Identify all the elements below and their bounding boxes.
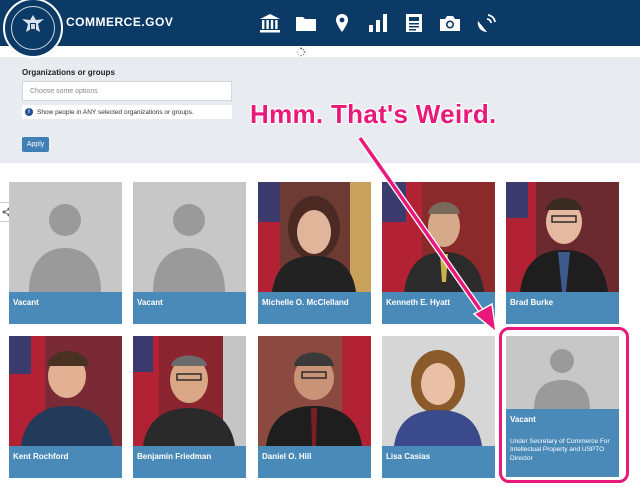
eagle-icon — [22, 15, 44, 32]
portrait-photo — [506, 182, 619, 292]
person-name: Daniel O. Hill — [258, 446, 371, 478]
portrait-photo — [133, 336, 246, 446]
person-card[interactable]: Lisa Casias — [382, 336, 495, 478]
person-name: Kent Rochford — [9, 446, 122, 478]
site-title[interactable]: COMMERCE.GOV — [66, 15, 173, 29]
highlight-box — [499, 327, 629, 483]
person-card[interactable]: Michelle O. McClelland — [258, 182, 371, 324]
portrait-photo — [258, 182, 371, 292]
person-name: Kenneth E. Hyatt — [382, 292, 495, 324]
person-card[interactable]: Kent Rochford — [9, 336, 122, 478]
person-card[interactable]: Daniel O. Hill — [258, 336, 371, 478]
person-name: Lisa Casias — [382, 446, 495, 478]
portrait-photo — [258, 336, 371, 446]
filter-hint: i Show people in ANY selected organizati… — [22, 105, 232, 119]
newspaper-icon[interactable] — [402, 11, 426, 35]
portrait-photo — [382, 182, 495, 292]
portrait-photo — [9, 336, 122, 446]
info-icon: i — [25, 108, 33, 116]
bank-icon[interactable] — [258, 11, 282, 35]
person-card[interactable]: Kenneth E. Hyatt — [382, 182, 495, 324]
person-name: Brad Burke — [506, 292, 619, 324]
filter-hint-text: Show people in ANY selected organization… — [37, 108, 194, 116]
vacant-silhouette-image — [133, 182, 246, 292]
main-nav — [258, 11, 498, 35]
person-name: Michelle O. McClelland — [258, 292, 371, 324]
site-header: COMMERCE.GOV — [0, 0, 640, 46]
camera-icon[interactable] — [438, 11, 462, 35]
annotation-text: Hmm. That's Weird. — [249, 98, 497, 130]
person-card[interactable]: Vacant — [9, 182, 122, 324]
person-card[interactable]: Benjamin Friedman — [133, 336, 246, 478]
person-name: Vacant — [133, 292, 246, 324]
portrait-photo — [382, 336, 495, 446]
person-card[interactable]: Vacant — [133, 182, 246, 324]
map-pin-icon[interactable] — [330, 11, 354, 35]
apply-button[interactable]: Apply — [22, 137, 49, 152]
organizations-select[interactable]: Choose some options — [22, 81, 232, 101]
loading-spinner-icon — [296, 47, 306, 57]
person-card[interactable]: Brad Burke — [506, 182, 619, 324]
person-name: Vacant — [9, 292, 122, 324]
vacant-silhouette-image — [9, 182, 122, 292]
satellite-icon[interactable] — [474, 11, 498, 35]
folder-icon[interactable] — [294, 11, 318, 35]
person-name: Benjamin Friedman — [133, 446, 246, 478]
commerce-seal-logo[interactable] — [3, 0, 63, 58]
bar-chart-icon[interactable] — [366, 11, 390, 35]
filter-label: Organizations or groups — [22, 68, 115, 77]
